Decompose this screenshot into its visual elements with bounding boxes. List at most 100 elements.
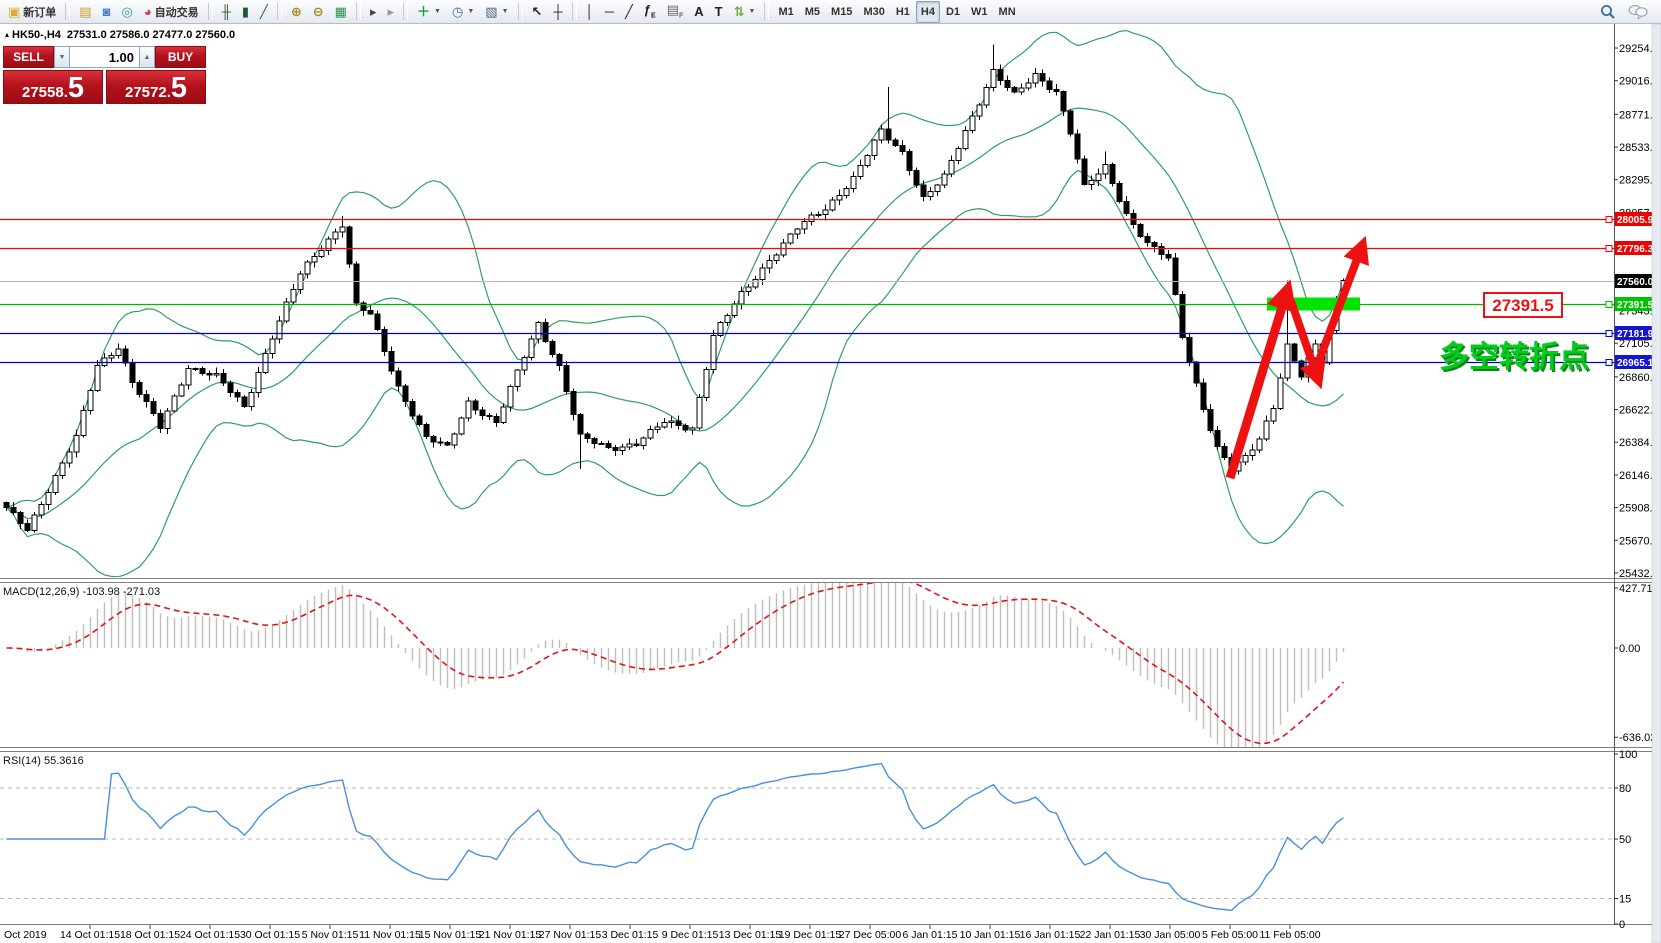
tf-w1-button[interactable]: W1 xyxy=(966,1,993,23)
time-tick-label: 13 Dec 01:15 xyxy=(719,929,782,941)
rsi-tick-label: 100 xyxy=(1619,749,1637,761)
tf-mn-button[interactable]: MN xyxy=(994,1,1021,23)
fibonacci-button[interactable]: ƒE xyxy=(639,1,661,23)
autotrading-button[interactable]: ◕自动交易 xyxy=(139,1,204,23)
bull-candle xyxy=(732,304,737,315)
bear-candle xyxy=(4,503,9,508)
tf-m5-button[interactable]: M5 xyxy=(800,1,825,23)
bull-candle xyxy=(851,176,856,188)
time-tick-label: 10 Jan 01:15 xyxy=(960,929,1021,941)
vertical-line-button[interactable]: │ xyxy=(581,1,599,23)
horizontal-line-button[interactable]: ─ xyxy=(600,1,619,23)
fibonacci-icon: ƒE xyxy=(644,3,656,20)
bear-candle xyxy=(683,425,688,429)
new-order-icon: ▣ xyxy=(8,5,20,18)
line-anchor-handle[interactable] xyxy=(1606,246,1612,252)
bull-candle xyxy=(1264,421,1269,439)
zoom-in-button[interactable]: ⊕ xyxy=(286,1,307,23)
tf-m30-button[interactable]: M30 xyxy=(858,1,889,23)
chart-background xyxy=(0,24,1661,943)
bear-candle xyxy=(1208,409,1213,430)
bear-candle xyxy=(396,371,401,386)
sell-button[interactable]: SELL xyxy=(3,46,54,68)
bull-candle xyxy=(60,463,65,476)
time-tick-label: 11 Feb 05:00 xyxy=(1259,929,1320,941)
accounts-icon-button[interactable]: ▤ xyxy=(74,1,96,23)
collapse-panel-icon[interactable]: ▴ xyxy=(5,30,9,39)
bear-candle xyxy=(1012,87,1017,92)
toolbar-separator xyxy=(764,3,769,20)
templates-icon: ▧ xyxy=(485,5,497,18)
bear-candle xyxy=(144,395,149,402)
quote-header: ▴HK50-,H427531.0 27586.0 27477.0 27560.0 xyxy=(5,29,235,41)
bear-candle xyxy=(200,368,205,373)
tf-m15-button[interactable]: M15 xyxy=(826,1,857,23)
bear-candle xyxy=(1047,81,1052,90)
trendline-button[interactable]: ╱ xyxy=(620,1,638,23)
bull-candle xyxy=(809,215,814,221)
signals-icon-button[interactable]: ◎ xyxy=(116,1,137,23)
periods-icon: ◷ xyxy=(452,5,463,18)
community-icon-button[interactable]: ◙ xyxy=(98,1,116,23)
bull-candle xyxy=(697,397,702,428)
accounts-icon-icon: ▤ xyxy=(79,5,91,18)
buy-price-display[interactable]: 27572.5 xyxy=(106,70,206,104)
time-tick-label: 30 Oct 01:15 xyxy=(240,929,300,941)
candlestick-chart-button[interactable]: ▮ xyxy=(237,1,254,23)
bear-candle xyxy=(207,374,212,375)
volume-increase-button[interactable]: ▲ xyxy=(139,46,155,68)
line-anchor-handle[interactable] xyxy=(1606,302,1612,308)
channels-button[interactable]: ▤F xyxy=(662,1,689,23)
time-tick-label: 24 Oct 01:15 xyxy=(180,929,240,941)
price-chart-canvas[interactable]: 27391.5多空转折点多空转折点29254.029016.028771.028… xyxy=(0,24,1661,943)
zoom-out-button[interactable]: ⊖ xyxy=(308,1,329,23)
indicators-button[interactable]: ＋▼ xyxy=(412,1,446,23)
line-anchor-handle[interactable] xyxy=(1606,360,1612,366)
cursor-button[interactable]: ↖ xyxy=(527,1,548,23)
chevron-down-icon: ▼ xyxy=(502,8,509,15)
bull-candle xyxy=(1019,88,1024,92)
bear-candle xyxy=(1110,165,1115,184)
volume-decrease-button[interactable]: ▼ xyxy=(54,46,70,68)
bull-candle xyxy=(1278,378,1283,408)
volume-input[interactable] xyxy=(70,46,139,68)
bear-candle xyxy=(1117,184,1122,202)
tf-m1-button[interactable]: M1 xyxy=(773,1,798,23)
text-button[interactable]: A xyxy=(689,1,708,23)
sell-price-display[interactable]: 27558.5 xyxy=(3,70,103,104)
bear-candle xyxy=(921,185,926,196)
bear-candle xyxy=(613,448,618,451)
buy-price-pip: 5 xyxy=(171,77,187,100)
text-label-icon: T xyxy=(715,5,723,18)
tf-h4-button[interactable]: H4 xyxy=(916,1,940,23)
new-order-button[interactable]: ▣新订单 xyxy=(3,1,61,23)
bear-candle xyxy=(1124,201,1129,213)
line-anchor-handle[interactable] xyxy=(1606,331,1612,337)
cn-annotation-text[interactable]: 多空转折点 xyxy=(1439,341,1589,374)
tile-windows-button[interactable]: ▦ xyxy=(330,1,352,23)
search-icon[interactable] xyxy=(1600,4,1616,20)
bear-candle xyxy=(998,69,1003,80)
line-anchor-handle[interactable] xyxy=(1606,217,1612,223)
arrows-button[interactable]: ⇅▼ xyxy=(729,1,761,23)
chat-icon[interactable] xyxy=(1628,4,1648,19)
bear-candle xyxy=(585,434,590,438)
time-tick-label: Oct 2019 xyxy=(4,929,47,941)
periods-button[interactable]: ◷▼ xyxy=(447,1,479,23)
shift-chart-icon: ▸ xyxy=(370,5,377,18)
bar-chart-button[interactable]: ╫ xyxy=(217,1,236,23)
line-chart-button[interactable]: ╱ xyxy=(255,1,273,23)
autoscroll-button[interactable]: ▸ xyxy=(383,1,400,23)
buy-button[interactable]: BUY xyxy=(155,46,206,68)
time-tick-label: 18 Oct 01:15 xyxy=(120,929,180,941)
rsi-tick-label: 0 xyxy=(1619,919,1625,931)
crosshair-button[interactable]: ┼ xyxy=(548,1,567,23)
shift-chart-button[interactable]: ▸ xyxy=(365,1,382,23)
templates-button[interactable]: ▧▼ xyxy=(480,1,513,23)
bear-candle xyxy=(1194,362,1199,383)
bear-candle xyxy=(676,421,681,425)
tf-d1-button[interactable]: D1 xyxy=(941,1,965,23)
text-label-button[interactable]: T xyxy=(710,1,728,23)
tile-windows-icon: ▦ xyxy=(335,5,347,18)
tf-h1-button[interactable]: H1 xyxy=(891,1,915,23)
